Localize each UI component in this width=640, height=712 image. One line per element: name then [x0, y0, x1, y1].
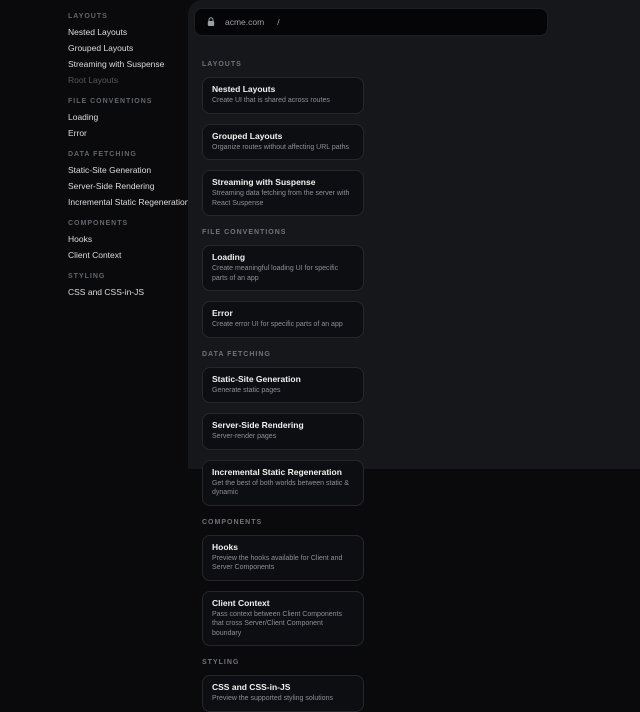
sidebar-section: Styling CSS and CSS-in-JS [68, 268, 188, 300]
content-section: Components Hooks Preview the hooks avail… [202, 518, 626, 647]
card-title: CSS and CSS-in-JS [212, 682, 354, 693]
content-area: Layouts Nested Layouts Create UI that is… [188, 44, 640, 712]
card-grid: Loading Create meaningful loading UI for… [202, 245, 534, 338]
card-grid: Hooks Preview the hooks available for Cl… [202, 535, 534, 647]
card-description: Streaming data fetching from the server … [212, 189, 354, 208]
card-static-site-generation[interactable]: Static-Site Generation Generate static p… [202, 367, 364, 404]
card-error[interactable]: Error Create error UI for specific parts… [202, 301, 364, 338]
card-title: Loading [212, 252, 354, 263]
card-incremental-static-regeneration[interactable]: Incremental Static Regeneration Get the … [202, 460, 364, 506]
sidebar-item-root-layouts[interactable]: Root Layouts [68, 72, 188, 88]
card-client-context[interactable]: Client Context Pass context between Clie… [202, 591, 364, 647]
card-server-side-rendering[interactable]: Server-Side Rendering Server-render page… [202, 413, 364, 450]
card-description: Create meaningful loading UI for specifi… [212, 264, 354, 283]
content-section-label: Data Fetching [202, 350, 626, 359]
sidebar-section: Layouts Nested Layouts Grouped Layouts S… [68, 8, 188, 88]
sidebar-item-static-site-generation[interactable]: Static-Site Generation [68, 162, 188, 178]
sidebar-item-client-context[interactable]: Client Context [68, 247, 188, 263]
sidebar-section: Data Fetching Static-Site Generation Ser… [68, 146, 188, 210]
card-description: Generate static pages [212, 386, 354, 396]
sidebar-item-grouped-layouts[interactable]: Grouped Layouts [68, 40, 188, 56]
card-description: Preview the supported styling solutions [212, 694, 354, 704]
card-title: Hooks [212, 542, 354, 553]
card-description: Get the best of both worlds between stat… [212, 479, 354, 498]
card-grouped-layouts[interactable]: Grouped Layouts Organize routes without … [202, 124, 364, 161]
card-description: Create UI that is shared across routes [212, 96, 354, 106]
card-title: Client Context [212, 598, 354, 609]
content-section: Styling CSS and CSS-in-JS Preview the su… [202, 658, 626, 712]
content-section: Data Fetching Static-Site Generation Gen… [202, 350, 626, 506]
content-section: File Conventions Loading Create meaningf… [202, 228, 626, 338]
sidebar-item-nested-layouts[interactable]: Nested Layouts [68, 24, 188, 40]
lock-icon [207, 17, 215, 27]
sidebar-section-label: Layouts [68, 8, 188, 24]
card-nested-layouts[interactable]: Nested Layouts Create UI that is shared … [202, 77, 364, 114]
card-grid: Nested Layouts Create UI that is shared … [202, 77, 534, 216]
sidebar-section: File Conventions Loading Error [68, 93, 188, 141]
card-grid: CSS and CSS-in-JS Preview the supported … [202, 675, 534, 712]
card-description: Organize routes without affecting URL pa… [212, 143, 354, 153]
sidebar: Layouts Nested Layouts Grouped Layouts S… [0, 0, 188, 469]
card-description: Pass context between Client Components t… [212, 610, 354, 639]
card-description: Server-render pages [212, 432, 354, 442]
card-title: Grouped Layouts [212, 131, 354, 142]
card-title: Nested Layouts [212, 84, 354, 95]
address-bar[interactable]: acme.com / [194, 8, 548, 36]
card-title: Incremental Static Regeneration [212, 467, 354, 478]
content-section-label: Styling [202, 658, 626, 667]
card-title: Error [212, 308, 354, 319]
content-section-label: Components [202, 518, 626, 527]
sidebar-section-label: Components [68, 215, 188, 231]
sidebar-item-error[interactable]: Error [68, 125, 188, 141]
card-description: Create error UI for specific parts of an… [212, 320, 354, 330]
card-css-and-css-in-js[interactable]: CSS and CSS-in-JS Preview the supported … [202, 675, 364, 712]
card-hooks[interactable]: Hooks Preview the hooks available for Cl… [202, 535, 364, 581]
address-bar-row: acme.com / [188, 0, 640, 44]
sidebar-item-hooks[interactable]: Hooks [68, 231, 188, 247]
card-title: Server-Side Rendering [212, 420, 354, 431]
card-title: Streaming with Suspense [212, 177, 354, 188]
sidebar-item-server-side-rendering[interactable]: Server-Side Rendering [68, 178, 188, 194]
sidebar-section-label: Styling [68, 268, 188, 284]
card-grid: Static-Site Generation Generate static p… [202, 367, 534, 506]
sidebar-item-streaming-with-suspense[interactable]: Streaming with Suspense [68, 56, 188, 72]
content-section-label: Layouts [202, 60, 626, 69]
address-domain: acme.com [225, 17, 264, 27]
address-path: / [277, 17, 279, 27]
card-loading[interactable]: Loading Create meaningful loading UI for… [202, 245, 364, 291]
sidebar-item-loading[interactable]: Loading [68, 109, 188, 125]
sidebar-section-label: Data Fetching [68, 146, 188, 162]
sidebar-item-incremental-static-regeneration[interactable]: Incremental Static Regeneration [68, 194, 188, 210]
main-panel: acme.com / Layouts Nested Layouts Create… [188, 0, 640, 469]
content-section: Layouts Nested Layouts Create UI that is… [202, 60, 626, 216]
sidebar-section: Components Hooks Client Context [68, 215, 188, 263]
card-streaming-with-suspense[interactable]: Streaming with Suspense Streaming data f… [202, 170, 364, 216]
sidebar-section-label: File Conventions [68, 93, 188, 109]
card-title: Static-Site Generation [212, 374, 354, 385]
content-section-label: File Conventions [202, 228, 626, 237]
card-description: Preview the hooks available for Client a… [212, 554, 354, 573]
sidebar-item-css-and-css-in-js[interactable]: CSS and CSS-in-JS [68, 284, 188, 300]
